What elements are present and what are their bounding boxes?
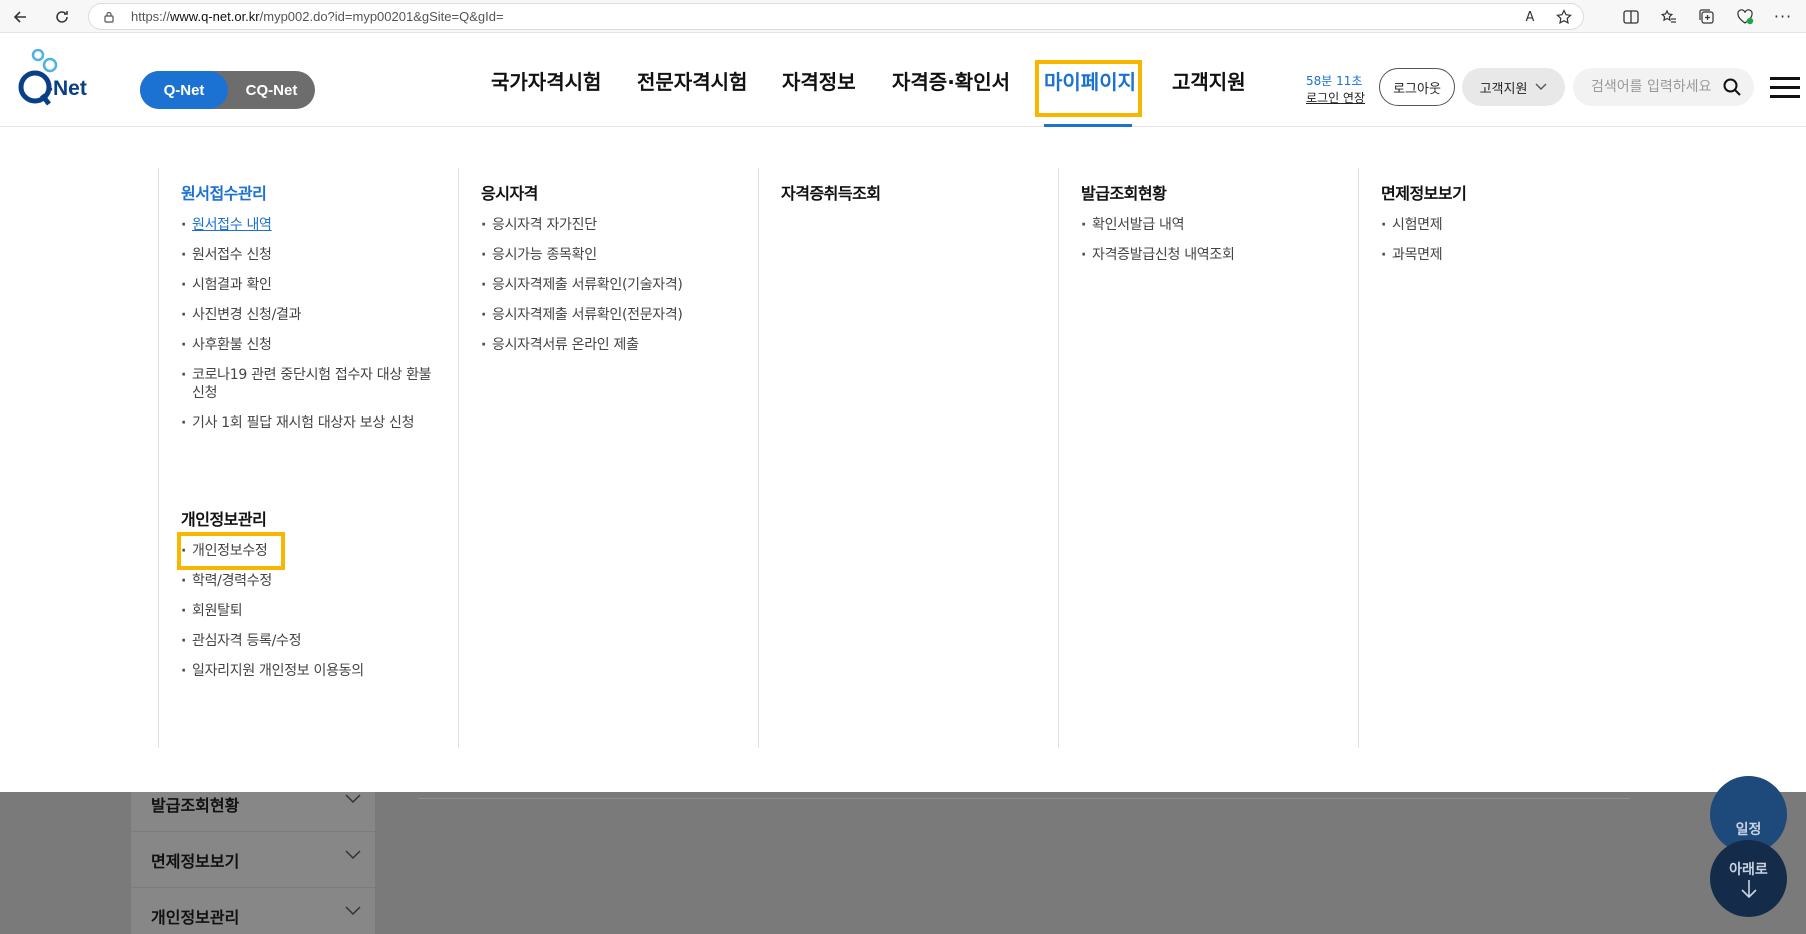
menu-item-retest-compensation[interactable]: 기사 1회 필답 재시험 대상자 보상 신청 [181,414,436,432]
menu-title-eligibility[interactable]: 응시자격 [481,180,538,204]
favorite-star-icon[interactable] [1555,8,1573,26]
menu-item-job-support-consent[interactable]: 일자리지원 개인정보 이용동의 [181,662,436,680]
menu-item-exam-results[interactable]: 시험결과 확인 [181,276,436,294]
lock-icon [104,11,114,23]
mypage-active-underline [1044,124,1132,127]
back-icon[interactable] [2,0,38,33]
menu-item-confirmation-history[interactable]: 확인서발급 내역 [1081,216,1336,234]
customer-support-label: 고객지원 [1479,81,1528,97]
menu-column-acquisition: 자격증취득조회 [758,168,1058,748]
browser-essentials-icon[interactable] [1736,8,1754,26]
split-screen-icon[interactable] [1622,8,1640,26]
menu-column-exemption: 면제정보보기 시험면제 과목면제 [1358,168,1658,748]
menu-item-docs-professional[interactable]: 응시자격제출 서류확인(전문자격) [481,306,736,324]
gnb-customer-support[interactable]: 고객지원 [1172,33,1246,127]
issuance-menu-list: 확인서발급 내역 자격증발급신청 내역조회 [1081,216,1336,276]
menu-item-docs-online-submit[interactable]: 응시자격서류 온라인 제출 [481,336,736,354]
cqnet-toggle-button[interactable]: CQ-Net [228,71,315,109]
exemption-menu-list: 시험면제 과목면제 [1381,216,1636,276]
url-text: https://www.q-net.or.kr/myp002.do?id=myp… [131,9,504,24]
menu-item-interest-qualification[interactable]: 관심자격 등록/수정 [181,632,436,650]
more-menu-icon[interactable]: ··· [1774,7,1792,26]
sidebar-item-label: 개인정보관리 [151,907,240,927]
menu-item-withdraw[interactable]: 회원탈퇴 [181,602,436,620]
gnb-professional-exam[interactable]: 전문자격시험 [637,33,747,127]
edit-personal-info-highlight-box [177,532,285,570]
chevron-down-icon [345,794,361,804]
favorites-icon[interactable] [1660,8,1678,26]
page-overlay-dim: 발급조회현황 면제정보보기 개인정보관리 일정 아래로 [0,776,1806,934]
customer-support-dropdown[interactable]: 고객지원 [1462,68,1565,106]
menu-column-issuance: 발급조회현황 확인서발급 내역 자격증발급신청 내역조회 [1058,168,1358,748]
logout-button[interactable]: 로그아웃 [1379,68,1455,106]
menu-item-photo-change[interactable]: 사진변경 신청/결과 [181,306,436,324]
menu-title-personal-info[interactable]: 개인정보관리 [181,506,267,530]
search-icon[interactable] [1722,77,1742,97]
menu-item-exam-exemption[interactable]: 시험면제 [1381,216,1636,234]
menu-item-subject-exemption[interactable]: 과목면제 [1381,246,1636,264]
application-menu-list: 원서접수 내역 원서접수 신청 시험결과 확인 사진변경 신청/결과 사후환불 … [181,216,436,444]
read-aloud-icon[interactable]: A [1521,8,1539,26]
menu-title-issuance-status[interactable]: 발급조회현황 [1081,180,1167,204]
menu-item-available-items[interactable]: 응시가능 종목확인 [481,246,736,264]
eligibility-menu-list: 응시자격 자가진단 응시가능 종목확인 응시자격제출 서류확인(기술자격) 응시… [481,216,736,366]
qnet-toggle-button[interactable]: Q-Net [140,71,228,109]
sidebar-menu: 발급조회현황 면제정보보기 개인정보관리 [131,792,375,934]
sidebar-item-label: 발급조회현황 [151,795,240,815]
arrow-down-icon [1740,879,1757,898]
menu-item-covid-refund[interactable]: 코로나19 관련 중단시험 접수자 대상 환불 신청 [181,366,436,402]
menu-item-post-refund[interactable]: 사후환불 신청 [181,336,436,354]
hamburger-menu-icon[interactable] [1770,77,1800,99]
menu-item-edit-education-career[interactable]: 학력/경력수정 [181,572,436,590]
collections-icon[interactable] [1698,8,1716,26]
sidebar-item-issuance[interactable]: 발급조회현황 [131,776,375,832]
schedule-float-label: 일정 [1735,821,1762,838]
menu-title-exemption-info[interactable]: 면제정보보기 [1381,180,1467,204]
sidebar-item-label: 면제정보보기 [151,851,240,871]
menu-item-certificate-request-history[interactable]: 자격증발급신청 내역조회 [1081,246,1336,264]
address-bar[interactable]: https://www.q-net.or.kr/myp002.do?id=myp… [88,3,1584,30]
scroll-down-label: 아래로 [1729,861,1768,878]
menu-item-application-apply[interactable]: 원서접수 신청 [181,246,436,264]
search-input[interactable] [1591,79,1721,95]
mypage-highlight-box [1035,60,1142,117]
sidebar-item-exemption[interactable]: 면제정보보기 [131,832,375,888]
menu-title-acquisition-lookup[interactable]: 자격증취득조회 [781,180,881,204]
browser-toolbar: https://www.q-net.or.kr/myp002.do?id=myp… [0,0,1806,33]
content-divider [418,798,1630,799]
menu-item-docs-technical[interactable]: 응시자격제출 서류확인(기술자격) [481,276,736,294]
session-timer: 58분 11초 [1306,74,1363,88]
login-extend-link[interactable]: 로그인 연장 [1306,89,1365,106]
chevron-down-icon [1535,83,1547,90]
refresh-icon[interactable] [44,0,80,33]
search-box [1573,68,1754,106]
gnb-national-exam[interactable]: 국가자격시험 [491,33,601,127]
gnb-certificate[interactable]: 자격증·확인서 [892,33,1010,127]
site-toggle[interactable]: Q-Net CQ-Net [140,71,315,109]
sidebar-item-personal-info[interactable]: 개인정보관리 [131,888,375,934]
scroll-down-button[interactable]: 아래로 [1710,840,1787,917]
menu-column-eligibility: 응시자격 응시자격 자가진단 응시가능 종목확인 응시자격제출 서류확인(기술자… [458,168,758,748]
gnb-qualification-info[interactable]: 자격정보 [782,33,856,127]
logo-text: -Net [46,77,87,100]
menu-item-application-history[interactable]: 원서접수 내역 [181,216,436,234]
mypage-mega-menu: 원서접수관리 원서접수 내역 원서접수 신청 시험결과 확인 사진변경 신청/결… [0,128,1806,792]
chevron-down-icon [345,906,361,916]
menu-item-self-diagnosis[interactable]: 응시자격 자가진단 [481,216,736,234]
chevron-down-icon [345,850,361,860]
menu-column-application: 원서접수관리 원서접수 내역 원서접수 신청 시험결과 확인 사진변경 신청/결… [158,168,458,748]
menu-title-application-management[interactable]: 원서접수관리 [181,180,267,204]
